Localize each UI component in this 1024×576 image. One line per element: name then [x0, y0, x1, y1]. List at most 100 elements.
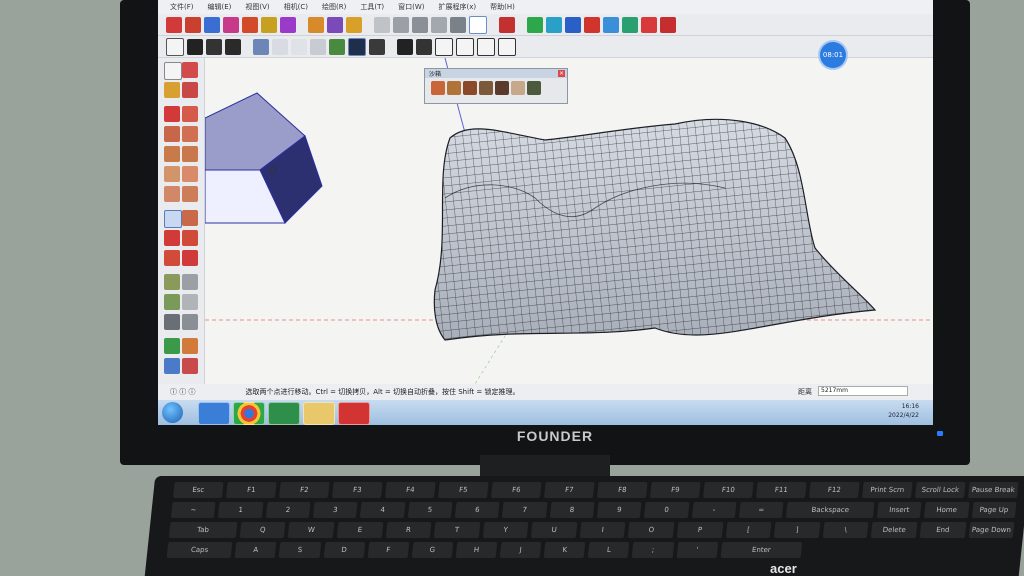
- key[interactable]: T: [433, 522, 481, 538]
- key[interactable]: ;: [632, 542, 674, 558]
- key[interactable]: D: [323, 542, 365, 558]
- close-icon[interactable]: ×: [558, 70, 565, 77]
- dimension-icon[interactable]: [182, 274, 198, 290]
- top-view-icon[interactable]: [416, 38, 432, 55]
- key[interactable]: H: [455, 542, 498, 558]
- key[interactable]: R: [385, 522, 432, 538]
- orbit-icon[interactable]: [374, 16, 390, 33]
- undo-icon[interactable]: [641, 16, 657, 33]
- layers-icon[interactable]: [206, 38, 222, 55]
- key[interactable]: I: [579, 522, 626, 538]
- menu-edit[interactable]: 编辑(E): [208, 2, 232, 12]
- scale-tool-icon[interactable]: [164, 250, 180, 266]
- rectangle-icon[interactable]: [164, 126, 180, 142]
- sandbox-from-contours-icon[interactable]: [431, 81, 445, 95]
- sandbox-drape-icon[interactable]: [603, 16, 619, 33]
- terrain-mesh[interactable]: [433, 118, 877, 341]
- key[interactable]: 7: [502, 502, 548, 518]
- key[interactable]: Print Scrn: [861, 482, 913, 498]
- textured-icon[interactable]: [329, 38, 345, 55]
- sandbox-red-icon[interactable]: [584, 16, 600, 33]
- redo-icon[interactable]: [660, 16, 676, 33]
- arc-icon[interactable]: [164, 166, 180, 182]
- front-view-icon[interactable]: [435, 37, 453, 56]
- menu-view[interactable]: 视图(V): [245, 2, 269, 12]
- pan-tool-icon[interactable]: [182, 338, 198, 354]
- add-detail-icon[interactable]: [511, 81, 525, 95]
- key[interactable]: [: [725, 522, 772, 538]
- hidden-line-icon[interactable]: [291, 38, 307, 55]
- orbit-tool-icon[interactable]: [164, 338, 180, 354]
- left-view-icon[interactable]: [498, 37, 516, 56]
- key[interactable]: W: [288, 522, 335, 538]
- polygon-icon[interactable]: [182, 146, 198, 162]
- key[interactable]: F12: [808, 482, 860, 498]
- rotated-rect-icon[interactable]: [182, 126, 198, 142]
- protractor-icon[interactable]: [164, 294, 180, 310]
- key[interactable]: 9: [596, 502, 642, 518]
- look-around-icon[interactable]: [450, 16, 466, 33]
- move-blue-icon[interactable]: [204, 16, 220, 33]
- right-view-icon[interactable]: [456, 37, 474, 56]
- rotate-red-icon[interactable]: [242, 16, 258, 33]
- ruby-console-icon[interactable]: [499, 16, 515, 33]
- follow-me-icon[interactable]: [182, 230, 198, 246]
- info-icon[interactable]: ⓘ ⓘ ⓘ: [170, 387, 195, 397]
- sandbox-green-icon[interactable]: [527, 16, 543, 33]
- menu-tools[interactable]: 工具(T): [360, 2, 384, 12]
- style-icon[interactable]: [369, 38, 385, 55]
- stamp-icon[interactable]: [479, 81, 493, 95]
- key[interactable]: P: [676, 522, 724, 538]
- key[interactable]: K: [543, 542, 586, 558]
- key[interactable]: 1: [218, 502, 264, 518]
- circle-icon[interactable]: [164, 146, 180, 162]
- key[interactable]: 4: [360, 502, 406, 518]
- key[interactable]: Esc: [172, 482, 224, 498]
- section-plane-icon[interactable]: [469, 15, 487, 34]
- pan-icon[interactable]: [412, 16, 428, 33]
- material-purple-icon[interactable]: [327, 16, 343, 33]
- key[interactable]: F5: [437, 482, 489, 498]
- model-viewport[interactable]: [204, 57, 933, 385]
- timer-badge[interactable]: 08:01: [820, 42, 846, 68]
- move-tool-icon[interactable]: [164, 210, 182, 228]
- system-clock[interactable]: 16:16 2022/4/22: [888, 402, 919, 420]
- key[interactable]: O: [628, 522, 675, 538]
- zoom-icon[interactable]: [393, 16, 409, 33]
- menu-draw[interactable]: 绘图(R): [322, 2, 346, 12]
- key[interactable]: Caps: [166, 542, 233, 558]
- key[interactable]: Y: [482, 522, 529, 538]
- make-component-icon[interactable]: [182, 82, 198, 98]
- measurements-box[interactable]: 5217mm: [818, 386, 908, 396]
- zoom-window-icon[interactable]: [182, 358, 198, 374]
- walk-icon[interactable]: [431, 16, 447, 33]
- key[interactable]: Page Up: [971, 502, 1017, 518]
- key[interactable]: F2: [278, 482, 330, 498]
- excel-icon[interactable]: [268, 402, 300, 425]
- key[interactable]: Home: [924, 502, 970, 518]
- key[interactable]: G: [411, 542, 454, 558]
- monochrome-icon[interactable]: [348, 37, 366, 56]
- menu-help[interactable]: 帮助(H): [490, 2, 515, 12]
- key[interactable]: -: [691, 502, 737, 518]
- sandbox-floating-palette[interactable]: 沙箱 ×: [424, 68, 568, 104]
- sketchup-icon[interactable]: [338, 402, 370, 425]
- sandbox-stamp-icon[interactable]: [622, 16, 638, 33]
- key[interactable]: F11: [755, 482, 807, 498]
- check-icon[interactable]: [187, 38, 203, 55]
- three-point-arc-icon[interactable]: [182, 186, 198, 202]
- key[interactable]: =: [738, 502, 784, 518]
- menu-camera[interactable]: 相机(C): [284, 2, 308, 12]
- key[interactable]: End: [919, 522, 966, 538]
- iso-view-icon[interactable]: [397, 38, 413, 55]
- key[interactable]: 2: [265, 502, 311, 518]
- key[interactable]: 3: [312, 502, 358, 518]
- key[interactable]: F6: [490, 482, 542, 498]
- text-tool-icon[interactable]: [182, 294, 198, 310]
- menu-extensions[interactable]: 扩展程序(x): [438, 2, 476, 12]
- shaded-icon[interactable]: [310, 38, 326, 55]
- key[interactable]: Scroll Lock: [914, 482, 966, 498]
- key[interactable]: ]: [773, 522, 821, 538]
- 3d-text-icon[interactable]: [182, 314, 198, 330]
- wireframe-icon[interactable]: [272, 38, 288, 55]
